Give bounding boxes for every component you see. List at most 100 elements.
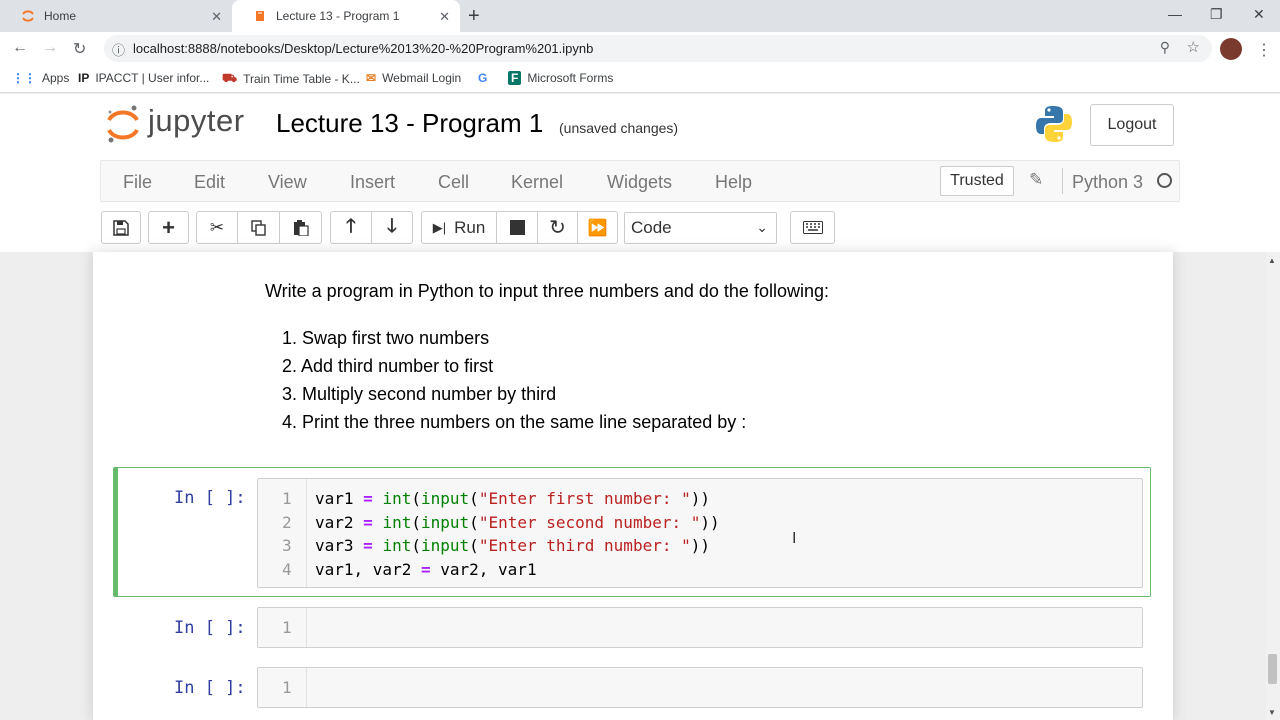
restart-kernel-button[interactable]: ↻	[537, 211, 578, 244]
train-site-icon: ⛟	[222, 71, 238, 85]
apps-grid-icon: ⋮⋮	[12, 71, 36, 85]
line-number: 1	[282, 489, 292, 508]
line-number: 3	[282, 536, 292, 555]
close-tab-icon[interactable]: ✕	[439, 9, 450, 25]
new-tab-icon[interactable]: +	[468, 5, 480, 28]
restart-icon: ↻	[549, 217, 566, 239]
line-number: 1	[282, 678, 292, 697]
scissors-icon: ✂	[209, 217, 225, 237]
menu-view[interactable]: View	[268, 172, 307, 193]
profile-avatar[interactable]	[1220, 38, 1242, 60]
paste-icon	[293, 219, 309, 236]
stop-icon	[509, 220, 525, 235]
menubar-divider	[1062, 168, 1063, 194]
jupyter-favicon-icon	[20, 8, 36, 24]
interrupt-kernel-button[interactable]	[496, 211, 538, 244]
paste-button[interactable]	[279, 211, 322, 244]
menu-cell[interactable]: Cell	[438, 172, 469, 193]
menu-kernel[interactable]: Kernel	[511, 172, 563, 193]
browser-tab-strip: Home ✕ Lecture 13 - Program 1 ✕ + — ❐ ✕	[0, 0, 1280, 32]
minimize-icon[interactable]: —	[1168, 6, 1182, 22]
tab-home[interactable]: Home ✕	[0, 0, 232, 32]
zoom-icon[interactable]: ⚲	[1160, 39, 1170, 56]
edit-pencil-icon[interactable]: ✎	[1029, 170, 1043, 190]
close-window-icon[interactable]: ✕	[1253, 6, 1265, 23]
bookmark-apps[interactable]: ⋮⋮ Apps	[12, 71, 69, 85]
code-line[interactable]: var2 = int(input("Enter second number: "…	[315, 513, 720, 532]
bookmark-microsoft-forms[interactable]: F Microsoft Forms	[508, 71, 613, 85]
save-button[interactable]	[101, 211, 141, 244]
save-status: (unsaved changes)	[559, 120, 679, 136]
notebook-favicon-icon	[252, 8, 268, 24]
google-icon[interactable]: G	[478, 71, 487, 85]
reload-icon[interactable]: ↻	[73, 39, 86, 59]
bookmark-train-time-table[interactable]: ⛟ Train Time Table - K...	[222, 71, 360, 87]
scroll-down-icon[interactable]: ▼	[1268, 708, 1276, 717]
trusted-button[interactable]: Trusted	[940, 166, 1014, 196]
line-number: 4	[282, 560, 292, 579]
code-editor[interactable]: 1	[257, 667, 1143, 708]
ip-site-icon: IP	[78, 71, 90, 85]
address-bar: ← → ↻ ⓘ localhost:8888/notebooks/Desktop…	[0, 32, 1280, 65]
back-icon[interactable]: ←	[12, 39, 28, 57]
logout-button[interactable]: Logout	[1090, 104, 1174, 146]
forward-icon[interactable]: →	[42, 39, 58, 57]
text-cursor-icon: I	[792, 530, 797, 547]
jupyter-logo-icon[interactable]	[106, 104, 140, 144]
menu-widgets[interactable]: Widgets	[607, 172, 672, 193]
bookmark-webmail[interactable]: ✉ Webmail Login	[366, 71, 461, 85]
scroll-up-icon[interactable]: ▲	[1268, 256, 1276, 265]
tab-notebook[interactable]: Lecture 13 - Program 1 ✕	[232, 0, 460, 32]
list-item: 1. Swap first two numbers	[282, 328, 490, 348]
menu-insert[interactable]: Insert	[350, 172, 395, 193]
command-palette-button[interactable]	[790, 211, 835, 244]
code-editor[interactable]: 1	[257, 607, 1143, 648]
markdown-intro: Write a program in Python to input three…	[265, 281, 829, 301]
page-scrollbar[interactable]	[1266, 252, 1280, 720]
restore-icon[interactable]: ❐	[1210, 6, 1223, 23]
python-logo-icon	[1036, 106, 1072, 142]
code-line[interactable]: var1, var2 = var2, var1	[315, 560, 537, 579]
run-button[interactable]: ▶| Run	[421, 211, 497, 244]
move-up-button[interactable]: 🡑	[330, 211, 372, 244]
move-down-button[interactable]: 🡓	[371, 211, 413, 244]
restart-run-all-button[interactable]: ⏩	[577, 211, 618, 244]
insert-cell-button[interactable]: +	[148, 211, 189, 244]
bookmark-ipacct[interactable]: IP IPACCT | User infor...	[78, 71, 209, 85]
arrow-down-icon: 🡓	[387, 215, 397, 237]
notebook-title[interactable]: Lecture 13 - Program 1	[276, 108, 543, 139]
cut-button[interactable]: ✂	[196, 211, 238, 244]
input-prompt: In [ ]:	[174, 488, 246, 508]
menu-edit[interactable]: Edit	[194, 172, 225, 193]
arrow-up-icon: 🡑	[346, 215, 356, 237]
copy-button[interactable]	[237, 211, 280, 244]
site-info-icon[interactable]: ⓘ	[112, 40, 125, 59]
chevron-down-icon: ⌄	[756, 219, 768, 235]
webmail-site-icon: ✉	[366, 71, 377, 85]
input-prompt: In [ ]:	[174, 618, 246, 638]
line-number: 1	[282, 618, 292, 637]
url-text[interactable]: localhost:8888/notebooks/Desktop/Lecture…	[133, 41, 593, 56]
browser-menu-icon[interactable]: ⋮	[1256, 40, 1272, 60]
list-item: 4. Print the three numbers on the same l…	[282, 412, 747, 432]
tab-title: Lecture 13 - Program 1	[276, 9, 400, 23]
code-editor[interactable]: 1 2 3 4 var1 = int(input("Enter first nu…	[257, 478, 1143, 588]
step-forward-icon: ▶|	[432, 219, 447, 235]
kernel-name[interactable]: Python 3	[1072, 172, 1143, 193]
line-number: 2	[282, 513, 292, 532]
input-prompt: In [ ]:	[174, 678, 246, 698]
url-field[interactable]: ⓘ localhost:8888/notebooks/Desktop/Lectu…	[104, 35, 1212, 62]
bookmark-star-icon[interactable]: ☆	[1187, 38, 1200, 56]
menu-help[interactable]: Help	[715, 172, 752, 193]
jupyter-wordmark[interactable]: jupyter	[148, 103, 245, 139]
menu-file[interactable]: File	[123, 172, 152, 193]
list-item: 2. Add third number to first	[282, 356, 494, 376]
code-line[interactable]: var1 = int(input("Enter first number: ")…	[315, 489, 710, 508]
scrollbar-thumb[interactable]	[1268, 654, 1277, 684]
close-tab-icon[interactable]: ✕	[211, 9, 222, 25]
list-item: 3. Multiply second number by third	[282, 384, 557, 404]
code-line[interactable]: var3 = int(input("Enter third number: ")…	[315, 536, 710, 555]
bookmarks-bar: ⋮⋮ Apps IP IPACCT | User infor... ⛟ Trai…	[0, 65, 1280, 93]
cell-type-select[interactable]: Code ⌄	[624, 212, 777, 244]
forms-site-icon: F	[508, 71, 522, 85]
